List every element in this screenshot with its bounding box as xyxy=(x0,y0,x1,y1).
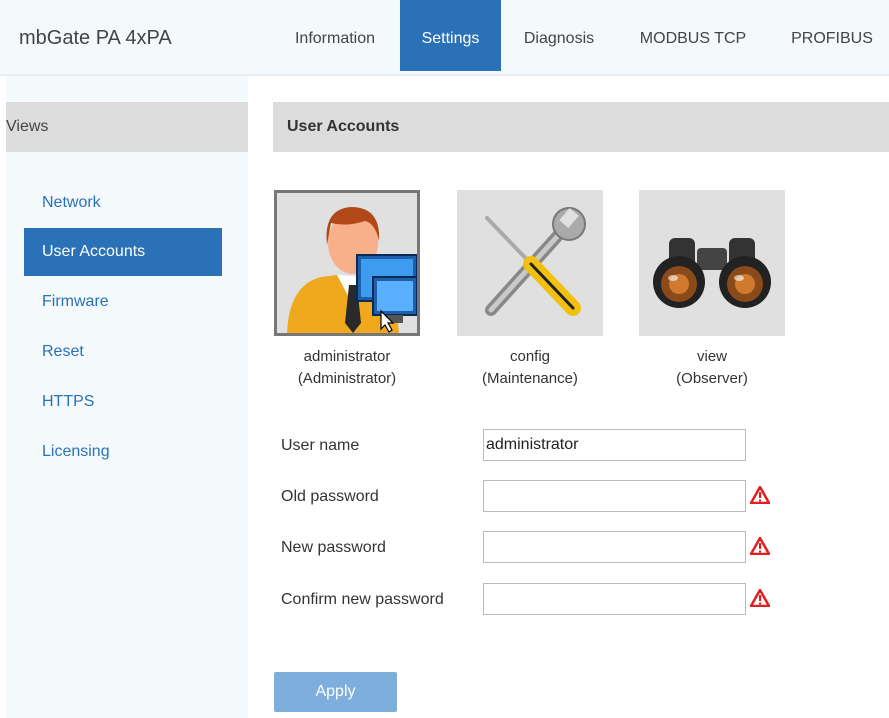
views-heading: Views xyxy=(6,102,248,152)
tab-information[interactable]: Information xyxy=(279,0,391,71)
top-navigation-bar: mbGate PA 4xPA Information Settings Diag… xyxy=(0,0,889,76)
account-role: (Administrator) xyxy=(297,370,397,387)
views-heading-label: Views xyxy=(6,118,49,135)
sidebar: Views Network User Accounts Firmware Res… xyxy=(6,76,248,718)
account-role: (Observer) xyxy=(676,370,748,387)
tab-settings[interactable]: Settings xyxy=(400,0,501,71)
account-role: (Maintenance) xyxy=(482,370,578,387)
new-password-input[interactable] xyxy=(483,531,746,563)
account-administrator-label: administrator (Administrator) xyxy=(262,346,432,390)
confirm-password-input[interactable] xyxy=(483,583,746,615)
user-name-input[interactable] xyxy=(483,429,746,461)
sidebar-item-licensing[interactable]: Licensing xyxy=(24,428,222,476)
account-config[interactable] xyxy=(457,190,603,336)
section-heading-label: User Accounts xyxy=(287,118,400,135)
account-view[interactable] xyxy=(639,190,785,336)
sidebar-item-https[interactable]: HTTPS xyxy=(24,378,222,426)
app-title: mbGate PA 4xPA xyxy=(19,27,172,49)
user-name-label: User name xyxy=(281,437,360,454)
apply-button[interactable]: Apply xyxy=(274,672,397,712)
account-administrator[interactable] xyxy=(274,190,420,336)
warning-icon xyxy=(750,537,770,555)
account-name: view xyxy=(696,348,727,365)
account-name: config xyxy=(509,348,551,365)
account-config-label: config (Maintenance) xyxy=(445,346,615,390)
old-password-label: Old password xyxy=(281,488,379,505)
section-heading: User Accounts xyxy=(273,102,889,152)
administrator-icon xyxy=(287,207,417,333)
tab-diagnosis[interactable]: Diagnosis xyxy=(509,0,609,71)
account-name: administrator xyxy=(303,348,391,365)
new-password-label: New password xyxy=(281,539,386,556)
warning-icon xyxy=(750,589,770,607)
old-password-input[interactable] xyxy=(483,480,746,512)
sidebar-item-firmware[interactable]: Firmware xyxy=(24,278,222,326)
confirm-password-label: Confirm new password xyxy=(281,591,444,608)
account-view-label: view (Observer) xyxy=(627,346,797,390)
warning-icon xyxy=(750,486,770,504)
tab-modbus-tcp[interactable]: MODBUS TCP xyxy=(625,0,761,71)
sidebar-item-reset[interactable]: Reset xyxy=(24,328,222,376)
binoculars-icon xyxy=(653,238,771,308)
sidebar-item-network[interactable]: Network xyxy=(24,179,222,227)
tools-icon xyxy=(485,207,586,316)
tab-profibus[interactable]: PROFIBUS xyxy=(775,0,889,71)
sidebar-item-user-accounts[interactable]: User Accounts xyxy=(24,228,222,276)
